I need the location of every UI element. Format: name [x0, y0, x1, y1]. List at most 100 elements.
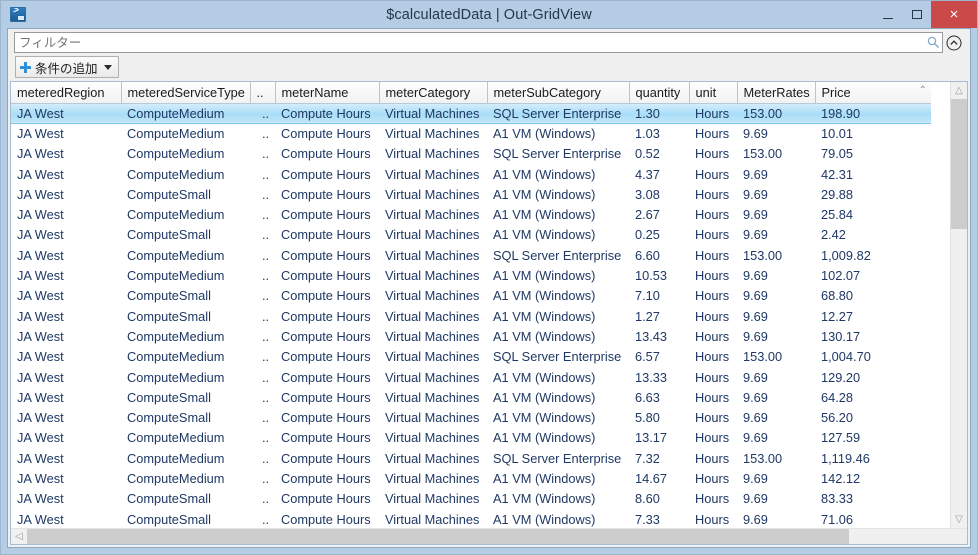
criteria-toolbar: 条件の追加 [8, 54, 970, 80]
plus-icon [20, 61, 31, 73]
table-row[interactable]: JA West ComputeMedium.. Compute Hours Virtu… [11, 367, 931, 387]
vertical-scrollbar[interactable]: △ ▽ [950, 82, 967, 528]
cell--: .. [261, 349, 270, 365]
horizontal-scrollbar[interactable]: ◁ [11, 528, 967, 544]
column-header-metercategory[interactable]: meterCategory [379, 82, 488, 104]
cell-meterrates: 9.69 [743, 126, 768, 142]
cell-price: 1,119.46 [821, 450, 870, 466]
table-row[interactable]: JA West ComputeSmall.. Compute Hours Virtua… [11, 306, 931, 326]
cell-quantity: 0.52 [635, 146, 660, 162]
table-row[interactable]: JA West ComputeMedium.. Compute Hours Virtu… [11, 204, 931, 224]
horizontal-scroll-thumb[interactable] [27, 529, 849, 544]
cell-meteredservicetype: ComputeMedium [127, 430, 225, 446]
cell-meteredregion: JA West [17, 328, 64, 344]
search-icon[interactable] [924, 33, 942, 52]
vertical-scroll-thumb[interactable] [951, 99, 967, 229]
cell-meterrates: 9.69 [743, 186, 768, 202]
cell-metersubcategory: A1 VM (Windows) [493, 126, 596, 142]
cell-quantity: 3.08 [635, 186, 660, 202]
cell-metercategory: Virtual Machines [385, 328, 480, 344]
cell-meteredregion: JA West [17, 369, 64, 385]
scroll-left-button[interactable]: ◁ [11, 529, 27, 544]
horizontal-scroll-track[interactable] [849, 529, 950, 544]
add-criteria-button[interactable]: 条件の追加 [15, 56, 119, 78]
table-row[interactable]: JA West ComputeSmall.. Compute Hours Virtua… [11, 184, 931, 204]
title-bar[interactable]: $calculatedData | Out-GridView × [1, 1, 977, 28]
table-row[interactable]: JA West ComputeMedium.. Compute Hours Virtu… [11, 102, 931, 124]
cell-metername: Compute Hours [281, 308, 371, 324]
table-row[interactable]: JA West ComputeMedium.. Compute Hours Virtu… [11, 468, 931, 488]
cell-metersubcategory: A1 VM (Windows) [493, 328, 596, 344]
cell--: .. [261, 166, 270, 182]
table-row[interactable]: JA West ComputeMedium.. Compute Hours Virtu… [11, 428, 931, 448]
column-header-meteredservicetype[interactable]: meteredServiceType [121, 82, 251, 104]
close-button[interactable]: × [931, 1, 977, 28]
cell-metersubcategory: A1 VM (Windows) [493, 268, 596, 284]
cell-metername: Compute Hours [281, 288, 371, 304]
cell-unit: Hours [695, 450, 730, 466]
table-row[interactable]: JA West ComputeMedium.. Compute Hours Virtu… [11, 347, 931, 367]
cell-price: 142.12 [821, 470, 861, 486]
cell-metercategory: Virtual Machines [385, 450, 480, 466]
cell-meteredregion: JA West [17, 470, 64, 486]
column-header--[interactable]: .. [250, 82, 276, 104]
chevron-down-icon: ▽ [955, 513, 963, 525]
table-row[interactable]: JA West ComputeSmall.. Compute Hours Virtua… [11, 286, 931, 306]
cell-metername: Compute Hours [281, 227, 371, 243]
cell-metercategory: Virtual Machines [385, 268, 480, 284]
filter-bar [8, 29, 970, 54]
cell-meterrates: 9.69 [743, 166, 768, 182]
cell--: .. [261, 207, 270, 223]
vertical-scroll-track[interactable] [951, 229, 967, 511]
maximize-button[interactable] [902, 1, 931, 28]
cell-meterrates: 9.69 [743, 511, 768, 527]
scroll-up-button[interactable]: △ [951, 82, 967, 99]
table-row[interactable]: JA West ComputeMedium.. Compute Hours Virtu… [11, 265, 931, 285]
table-row[interactable]: JA West ComputeMedium.. Compute Hours Virtu… [11, 245, 931, 265]
table-row[interactable]: JA West ComputeMedium.. Compute Hours Virtu… [11, 448, 931, 468]
cell--: .. [261, 369, 270, 385]
filter-input[interactable] [15, 35, 924, 50]
table-row[interactable]: JA West ComputeMedium.. Compute Hours Virtu… [11, 123, 931, 143]
cell-meteredregion: JA West [17, 349, 64, 365]
minimize-button[interactable] [873, 1, 902, 28]
column-header-price[interactable]: Price ⌃ [814, 82, 931, 104]
column-header-meteredregion[interactable]: meteredRegion [11, 82, 122, 104]
cell-meterrates: 153.00 [737, 102, 815, 124]
column-header-meterrates[interactable]: MeterRates [737, 82, 816, 104]
cell-price: 64.28 [821, 389, 854, 405]
table-row[interactable]: JA West ComputeSmall.. Compute Hours Virtua… [11, 225, 931, 245]
cell--: .. [261, 227, 270, 243]
cell-price: 29.88 [821, 186, 854, 202]
cell-quantity: 10.53 [635, 268, 668, 284]
cell-meteredservicetype: ComputeMedium [121, 102, 250, 124]
table-row[interactable]: JA West ComputeSmall.. Compute Hours Virtua… [11, 387, 931, 407]
cell-meterrates: 9.69 [743, 389, 768, 405]
column-header-quantity[interactable]: quantity [629, 82, 690, 104]
column-header-metername[interactable]: meterName [275, 82, 380, 104]
column-header-unit[interactable]: unit [689, 82, 738, 104]
cell-metercategory: Virtual Machines [385, 430, 480, 446]
table-row[interactable]: JA West ComputeMedium.. Compute Hours Virtu… [11, 164, 931, 184]
column-header-metersubcategory[interactable]: meterSubCategory [487, 82, 630, 104]
cell-metercategory: Virtual Machines [385, 349, 480, 365]
cell-meteredservicetype: ComputeMedium [127, 470, 225, 486]
scroll-down-button[interactable]: ▽ [951, 511, 967, 528]
cell-metername: Compute Hours [281, 207, 371, 223]
cell-meteredservicetype: ComputeMedium [127, 450, 225, 466]
cell-metersubcategory: A1 VM (Windows) [493, 389, 596, 405]
cell-unit: Hours [695, 268, 730, 284]
cell--: .. [261, 491, 270, 507]
filter-input-wrapper[interactable] [14, 32, 943, 53]
table-row[interactable]: JA West ComputeSmall.. Compute Hours Virtua… [11, 407, 931, 427]
table-row[interactable]: JA West ComputeMedium.. Compute Hours Virtu… [11, 144, 931, 164]
table-row[interactable]: JA West ComputeSmall.. Compute Hours Virtua… [11, 509, 931, 528]
cell-meteredregion: JA West [17, 207, 64, 223]
cell-price: 10.01 [821, 126, 854, 142]
table-row[interactable]: JA West ComputeMedium.. Compute Hours Virtu… [11, 326, 931, 346]
table-row[interactable]: JA West ComputeSmall.. Compute Hours Virtua… [11, 489, 931, 509]
cell-price: 102.07 [821, 268, 861, 284]
chevron-down-icon[interactable] [103, 64, 112, 70]
cell-quantity: 4.37 [635, 166, 660, 182]
expander-button[interactable] [943, 32, 965, 53]
